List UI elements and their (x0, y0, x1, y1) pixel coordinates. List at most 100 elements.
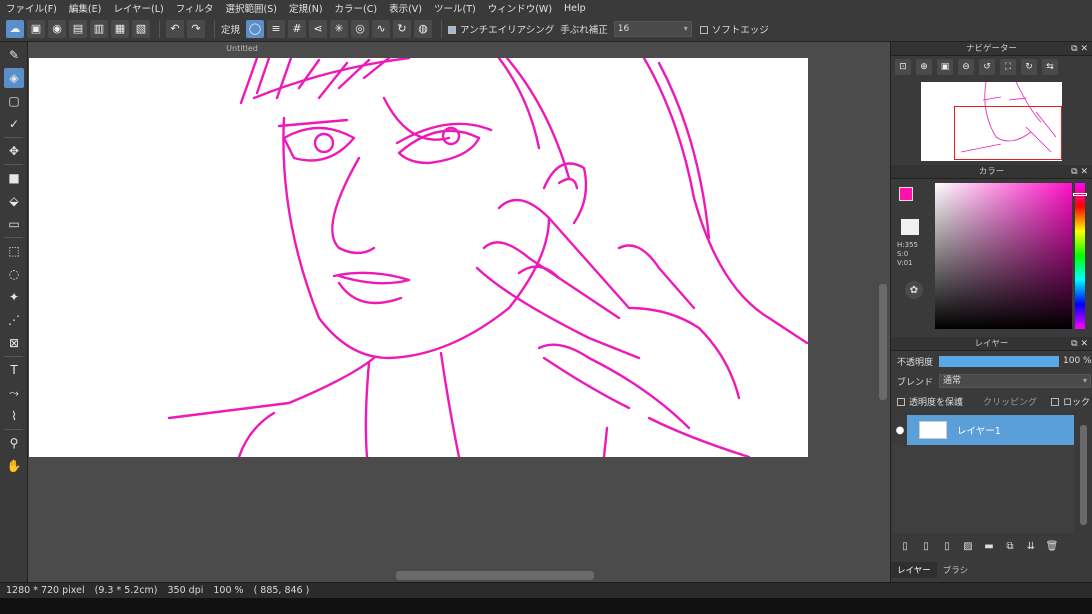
parallel-ruler-icon[interactable]: ≡ (267, 19, 286, 38)
antialias-checkbox[interactable] (448, 26, 457, 34)
fill-rect-icon[interactable]: ■ (4, 168, 24, 188)
palette-icon[interactable]: ✿ (905, 281, 923, 299)
menu-filter[interactable]: フィルタ (176, 1, 214, 15)
new-file-icon[interactable]: ▣ (27, 19, 45, 38)
foreground-color-swatch[interactable] (899, 187, 913, 201)
tab-brush[interactable]: ブラシ (937, 562, 974, 578)
menu-file[interactable]: ファイル(F) (6, 1, 57, 15)
undo-icon[interactable]: ↶ (166, 19, 184, 38)
redo-icon[interactable]: ↷ (187, 19, 205, 38)
ruler-off-icon[interactable]: ◯ (246, 19, 265, 38)
zoom-fit-icon[interactable]: ⊡ (895, 59, 911, 75)
select-brush-icon[interactable]: ⋰ (4, 310, 24, 330)
eraser-icon[interactable]: ◈ (4, 68, 24, 88)
save-icon[interactable]: ▤ (69, 19, 87, 38)
hue-slider[interactable] (1075, 183, 1085, 329)
select-rect-icon[interactable]: ▢ (4, 91, 24, 111)
menu-view[interactable]: 表示(V) (389, 1, 422, 15)
select-eraser-icon[interactable]: ⊠ (4, 333, 24, 353)
curve-ruler-icon[interactable]: ∿ (372, 19, 391, 38)
lock-checkbox[interactable] (1051, 398, 1060, 406)
menu-layer[interactable]: レイヤー(L) (113, 1, 163, 15)
new-halftone-layer-icon[interactable]: ▨ (960, 538, 976, 554)
divide-icon[interactable]: ⌇ (4, 406, 24, 426)
hue-marker[interactable] (1073, 193, 1087, 196)
protect-alpha-toggle[interactable]: 透明度を保護 (897, 395, 963, 408)
grid-icon[interactable]: ▦ (111, 19, 129, 38)
blend-mode-select[interactable]: 通常 (939, 374, 1092, 388)
value-value: V:01 (897, 259, 913, 267)
visibility-icon[interactable]: ● (893, 415, 907, 445)
brush-icon[interactable]: ✎ (4, 45, 24, 65)
gradient-icon[interactable]: ▭ (4, 214, 24, 234)
dotted-select-icon[interactable]: ⬚ (4, 241, 24, 261)
menu-help[interactable]: Help (564, 3, 586, 14)
merge-down-icon[interactable]: ⇊ (1023, 538, 1039, 554)
hand-icon[interactable]: ✋ (4, 456, 24, 476)
operation-icon[interactable]: ⤳ (4, 383, 24, 403)
panel-controls-icon[interactable]: ⧉ ✕ (1071, 165, 1088, 179)
document-tab[interactable]: Untitled (224, 42, 260, 56)
layer-scrollbar[interactable] (1078, 415, 1088, 533)
soft-edge-toggle[interactable]: ソフトエッジ (699, 22, 769, 36)
new-1bit-layer-icon[interactable]: ▯ (939, 538, 955, 554)
new-folder-icon[interactable]: ▬ (981, 538, 997, 554)
layer-item[interactable]: ● レイヤー1 (893, 415, 1074, 445)
navigator-preview[interactable] (921, 82, 1062, 161)
antialias-toggle[interactable]: アンチエイリアシング (448, 22, 554, 36)
concentric-ruler-icon[interactable]: ◎ (351, 19, 370, 38)
canvas-vertical-scrollbar[interactable] (876, 42, 890, 568)
export-icon[interactable]: ▥ (90, 19, 108, 38)
protect-alpha-checkbox[interactable] (897, 398, 905, 406)
clipping-toggle[interactable]: クリッピング (983, 395, 1037, 408)
stabilizer-select[interactable]: 16 (613, 20, 692, 37)
actual-size-icon[interactable]: ▣ (937, 59, 953, 75)
open-icon[interactable]: ◉ (48, 19, 66, 38)
menu-edit[interactable]: 編集(E) (69, 1, 101, 15)
zoom-in-icon[interactable]: ⊕ (916, 59, 932, 75)
move-icon[interactable]: ✥ (4, 141, 24, 161)
new-layer-icon[interactable]: ▯ (897, 538, 913, 554)
viewport-frame[interactable] (954, 106, 1062, 160)
crossed-ruler-icon[interactable]: # (288, 19, 307, 38)
lock-toggle[interactable]: ロック (1051, 395, 1090, 408)
new-8bit-layer-icon[interactable]: ▯ (918, 538, 934, 554)
bucket-icon[interactable]: ⬙ (4, 191, 24, 211)
scroll-thumb[interactable] (879, 284, 887, 400)
menu-window[interactable]: ウィンドウ(W) (488, 1, 552, 15)
delete-layer-icon[interactable]: 🗑 (1044, 538, 1060, 554)
canvas-horizontal-scrollbar[interactable] (28, 568, 890, 582)
menu-select[interactable]: 選択範囲(S) (226, 1, 277, 15)
rotate-right-icon[interactable]: ↻ (1021, 59, 1037, 75)
eyedropper-icon[interactable]: ⚲ (4, 433, 24, 453)
select-pen-icon[interactable]: ✓ (4, 114, 24, 134)
symmetry-icon[interactable]: ◍ (414, 19, 433, 38)
fullscreen-icon[interactable]: ⛶ (1000, 59, 1016, 75)
tab-layers[interactable]: レイヤー (891, 562, 937, 578)
zoom-out-icon[interactable]: ⊖ (958, 59, 974, 75)
radial-ruler-icon[interactable]: ✳ (330, 19, 349, 38)
menu-ruler[interactable]: 定規(N) (289, 1, 323, 15)
cloud-icon[interactable]: ☁ (6, 19, 24, 38)
secondary-color-swatch[interactable] (901, 219, 919, 235)
opacity-slider[interactable] (939, 355, 1060, 367)
scroll-thumb[interactable] (1080, 425, 1087, 525)
scroll-thumb[interactable] (396, 571, 594, 580)
rotate-icon[interactable]: ↻ (393, 19, 412, 38)
text-icon[interactable]: T (4, 360, 24, 380)
magic-wand-icon[interactable]: ✦ (4, 287, 24, 307)
duplicate-layer-icon[interactable]: ⧉ (1002, 538, 1018, 554)
saturation-value-field[interactable] (935, 183, 1072, 329)
panel-controls-icon[interactable]: ⧉ ✕ (1071, 42, 1088, 56)
panel-tabs: レイヤー ブラシ (891, 562, 1092, 578)
flip-icon[interactable]: ⇆ (1042, 59, 1058, 75)
menu-tool[interactable]: ツール(T) (434, 1, 476, 15)
perspective-ruler-icon[interactable]: ⋖ (309, 19, 328, 38)
drawing-canvas[interactable] (29, 58, 808, 457)
lasso-icon[interactable]: ◌ (4, 264, 24, 284)
layout-icon[interactable]: ▧ (132, 19, 150, 38)
panel-controls-icon[interactable]: ⧉ ✕ (1071, 337, 1088, 351)
rotate-left-icon[interactable]: ↺ (979, 59, 995, 75)
soft-edge-checkbox[interactable] (699, 26, 708, 34)
menu-color[interactable]: カラー(C) (335, 1, 378, 15)
